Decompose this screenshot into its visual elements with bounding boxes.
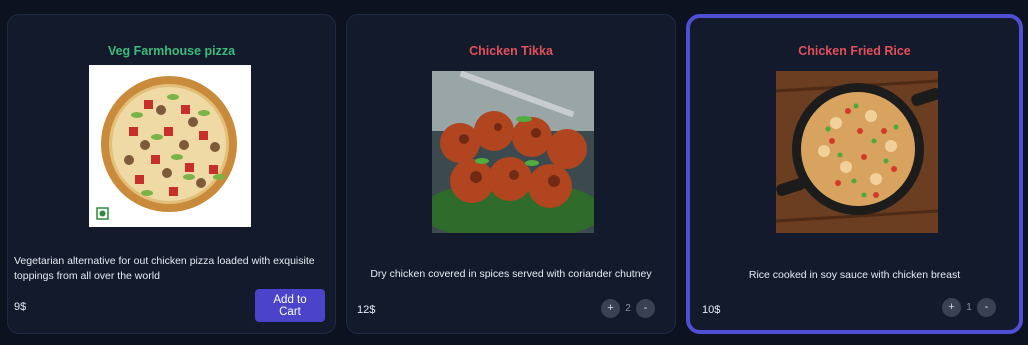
quantity-stepper[interactable]: + 1 - — [942, 298, 996, 317]
decrement-button[interactable]: - — [636, 299, 655, 318]
chicken-fried-rice-image — [776, 71, 938, 233]
product-price: 12$ — [357, 304, 376, 316]
product-title: Chicken Fried Rice — [798, 44, 911, 58]
product-card-veg-farmhouse-pizza[interactable]: Veg Farmhouse pizza Vegetarian alternati… — [7, 14, 336, 334]
chicken-tikka-image — [432, 71, 594, 233]
add-to-cart-button[interactable]: Add to Cart — [255, 289, 325, 322]
product-title: Chicken Tikka — [469, 44, 553, 58]
product-description: Rice cooked in soy sauce with chicken br… — [748, 269, 961, 281]
increment-button[interactable]: + — [601, 299, 620, 318]
increment-button[interactable]: + — [942, 298, 961, 317]
product-price: 9$ — [14, 301, 27, 313]
product-description: Dry chicken covered in spices served wit… — [370, 268, 652, 280]
product-title: Veg Farmhouse pizza — [107, 44, 236, 58]
quantity-value: 1 — [966, 302, 972, 313]
product-price: 10$ — [702, 304, 721, 316]
quantity-stepper[interactable]: + 2 - — [601, 299, 655, 318]
decrement-button[interactable]: - — [977, 298, 996, 317]
product-description: Vegetarian alternative for out chicken p… — [14, 255, 315, 282]
product-card-chicken-tikka[interactable]: Chicken Tikka Dry chicken covered in spi… — [346, 14, 676, 334]
quantity-value: 2 — [625, 303, 631, 314]
product-card-chicken-fried-rice[interactable]: Chicken Fried Rice Rice cooked in soy sa… — [686, 14, 1023, 334]
veg-pizza-image — [89, 65, 251, 227]
product-grid: Veg Farmhouse pizza Vegetarian alternati… — [0, 0, 1028, 345]
